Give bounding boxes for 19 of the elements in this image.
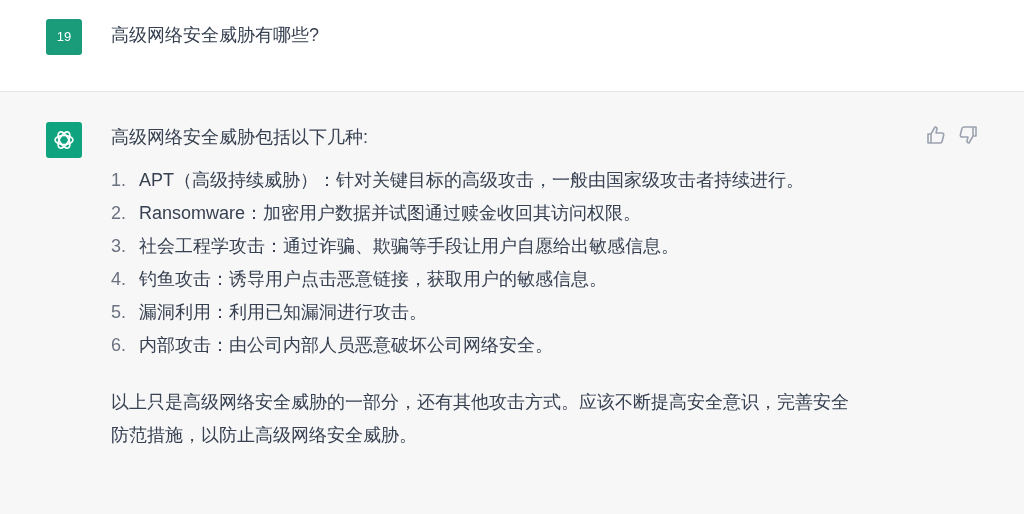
response-conclusion: 以上只是高级网络安全威胁的一部分，还有其他攻击方式。应该不断提高安全意识，完善安全防范措施，以防止高级网络安全威胁。 [111,391,850,447]
list-number: 1. [111,169,127,192]
list-number: 3. [111,235,127,258]
list-item-text: 钓鱼攻击：诱导用户点击恶意链接，获取用户的敏感信息。 [139,268,607,291]
list-number: 6. [111,334,127,357]
user-message: 高级网络安全威胁有哪些? [111,24,319,47]
list-number: 2. [111,202,127,225]
response-intro: 高级网络安全威胁包括以下几种: [111,126,369,149]
list-item-text: APT（高级持续威胁）：针对关键目标的高级攻击，一般由国家级攻击者持续进行。 [139,169,804,192]
thumbs-down-icon[interactable] [958,125,978,145]
list-item-text: 内部攻击：由公司内部人员恶意破坏公司网络安全。 [139,334,553,357]
list-number: 5. [111,301,127,324]
list-number: 4. [111,268,127,291]
list-item-text: 社会工程学攻击：通过诈骗、欺骗等手段让用户自愿给出敏感信息。 [139,235,679,258]
thumbs-up-icon[interactable] [926,125,946,145]
list-item-text: 漏洞利用：利用已知漏洞进行攻击。 [139,301,427,324]
assistant-logo-icon [46,122,82,158]
user-avatar: 19 [46,19,82,55]
list-item-text: Ransomware：加密用户数据并试图通过赎金收回其访问权限。 [139,202,642,225]
